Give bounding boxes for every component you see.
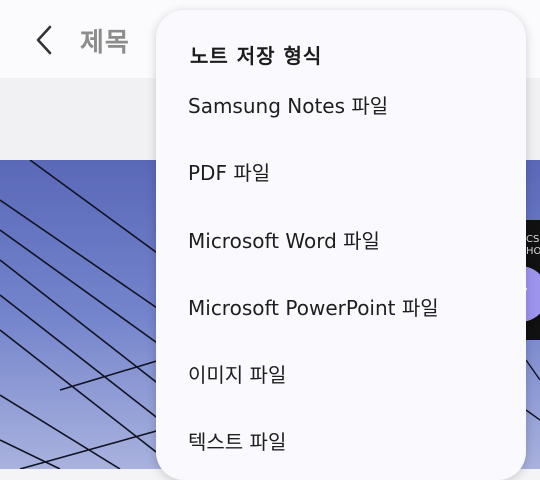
menu-header: 노트 저장 형식 xyxy=(190,44,323,68)
svg-text:HO: HO xyxy=(526,246,540,257)
menu-item-word[interactable]: Microsoft Word 파일 xyxy=(156,206,526,272)
menu-item-powerpoint[interactable]: Microsoft PowerPoint 파일 xyxy=(156,273,526,339)
menu-item-image[interactable]: 이미지 파일 xyxy=(156,340,526,406)
chevron-left-icon xyxy=(36,25,52,55)
menu-item-samsung-notes[interactable]: Samsung Notes 파일 xyxy=(156,71,526,137)
back-button[interactable] xyxy=(24,22,64,58)
svg-text:CS: CS xyxy=(526,234,539,245)
save-format-menu: 노트 저장 형식 Samsung Notes 파일 PDF 파일 Microso… xyxy=(156,10,526,480)
note-title[interactable]: 제목 xyxy=(80,22,130,59)
menu-item-pdf[interactable]: PDF 파일 xyxy=(156,138,526,204)
menu-item-text[interactable]: 텍스트 파일 xyxy=(156,407,526,473)
